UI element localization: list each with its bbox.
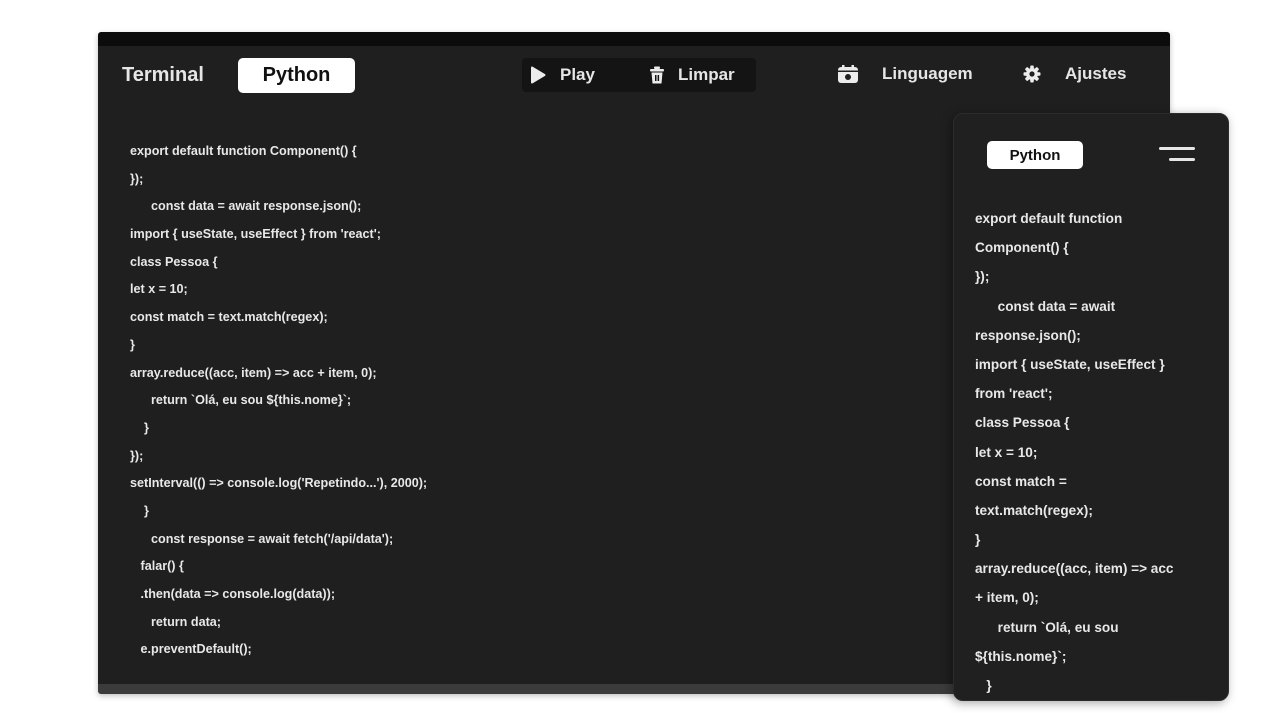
tab-python[interactable]: Python <box>238 58 355 93</box>
mobile-code-line: Component() { <box>975 240 1069 256</box>
play-button[interactable]: Play <box>530 58 595 92</box>
code-line: } <box>130 420 149 435</box>
mobile-code-line: ${this.nome}`; <box>975 648 1067 664</box>
code-line: import { useState, useEffect } from 'rea… <box>130 227 381 242</box>
tab-terminal[interactable]: Terminal <box>122 64 204 87</box>
toolbar: Terminal Python Play Limpar Linguagem Aj… <box>98 46 1170 106</box>
mobile-preview: Python export default function Component… <box>953 113 1229 701</box>
mobile-code-line: response.json(); <box>975 327 1081 343</box>
code-line: class Pessoa { <box>130 254 218 269</box>
mobile-code-line: let x = 10; <box>975 444 1038 460</box>
code-line: array.reduce((acc, item) => acc + item, … <box>130 365 377 380</box>
mobile-code-editor[interactable]: export default function Component() { })… <box>975 204 1215 700</box>
trash-icon <box>650 66 664 84</box>
code-line: .then(data => console.log(data)); <box>130 587 336 601</box>
language-icon <box>838 65 858 83</box>
gear-icon <box>1023 65 1041 83</box>
code-line: let x = 10; <box>130 282 188 297</box>
code-line: }); <box>130 448 144 463</box>
run-actions-group: Play Limpar <box>522 58 756 92</box>
mobile-code-line: }); <box>975 269 990 285</box>
mobile-code-line: export default function <box>975 211 1123 226</box>
code-line: } <box>130 503 149 518</box>
mobile-code-line: array.reduce((acc, item) => acc <box>975 561 1174 577</box>
code-line: const match = text.match(regex); <box>130 310 328 325</box>
code-line: const response = await fetch('/api/data'… <box>130 531 394 546</box>
language-menu[interactable]: Linguagem <box>838 64 973 84</box>
mobile-code-line: return `Olá, eu sou <box>975 619 1119 635</box>
mobile-code-line: const data = await <box>975 298 1116 314</box>
mobile-code-line: from 'react'; <box>975 386 1053 402</box>
code-line: }); <box>130 171 144 186</box>
language-label: Linguagem <box>882 64 973 83</box>
code-line: falar() { <box>130 559 184 574</box>
code-line: e.preventDefault(); <box>130 642 252 657</box>
mobile-code-line: class Pessoa { <box>975 415 1070 431</box>
code-line: setInterval(() => console.log('Repetindo… <box>130 476 428 491</box>
code-editor[interactable]: export default function Component() { })… <box>130 138 870 664</box>
code-line: return `Olá, eu sou ${this.nome}`; <box>130 393 352 408</box>
mobile-code-line: import { useState, useEffect } <box>975 356 1165 372</box>
mobile-code-line: const match = <box>975 473 1067 489</box>
clear-label: Limpar <box>678 65 735 84</box>
code-line: return data; <box>130 614 221 629</box>
mobile-code-line: text.match(regex); <box>975 502 1093 518</box>
settings-menu[interactable]: Ajustes <box>1023 64 1126 84</box>
mobile-tab-python[interactable]: Python <box>987 141 1083 169</box>
mobile-code-line: } <box>975 532 981 548</box>
mobile-code-line: + item, 0); <box>975 590 1039 606</box>
hamburger-menu-icon[interactable] <box>1159 147 1195 165</box>
play-icon <box>530 66 546 84</box>
clear-button[interactable]: Limpar <box>650 58 735 92</box>
play-label: Play <box>560 65 595 84</box>
code-line: export default function Component() { <box>130 144 357 158</box>
code-line: const data = await response.json(); <box>130 199 362 214</box>
code-line: } <box>130 337 135 352</box>
settings-label: Ajustes <box>1065 64 1127 83</box>
mobile-code-line: } <box>975 678 992 693</box>
